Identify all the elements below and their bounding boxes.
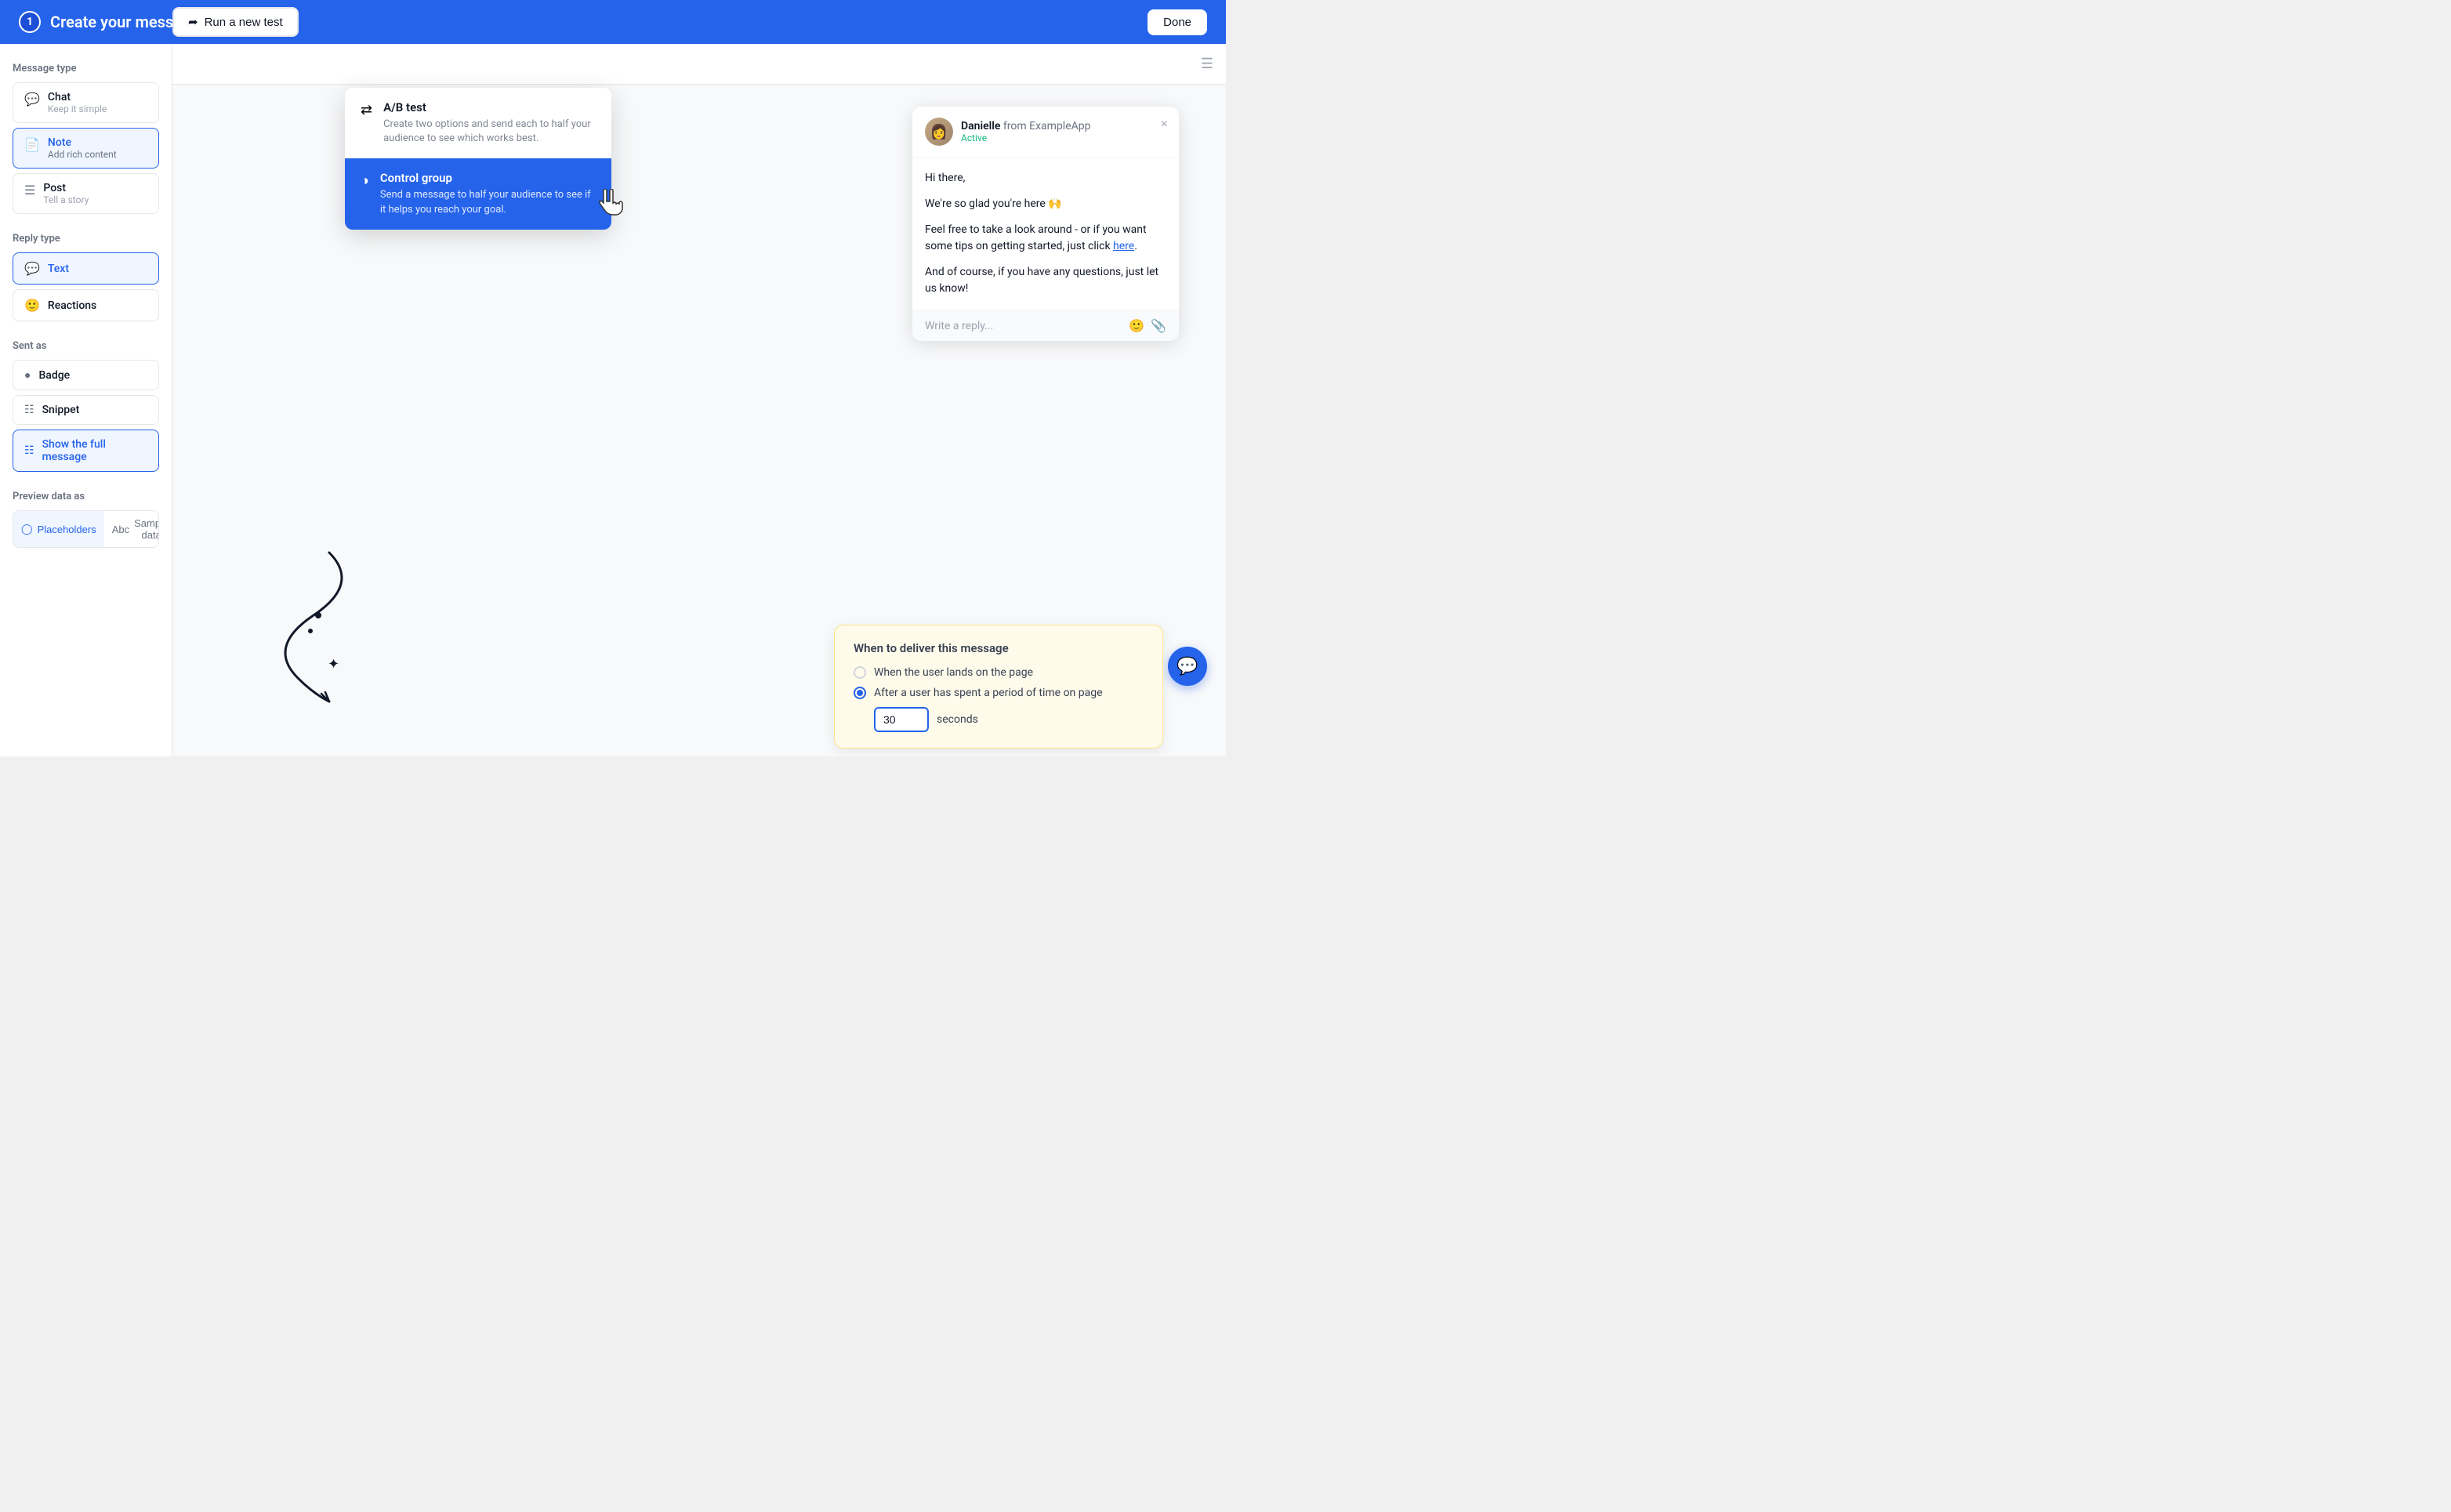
preview-toggle: ◯ Placeholders Abc Sample data [13,510,159,548]
sample-icon: Abc [112,524,129,535]
run-test-icon: ➦ [188,15,198,29]
chat-fab-icon: 💬 [1177,657,1198,676]
chat-message-2: We're so glad you're here 🙌 [925,196,1166,212]
sent-as-badge[interactable]: ● Badge [13,360,159,390]
toolbar-menu-icon: ☰ [1201,56,1213,72]
delivery-option-on-page-land[interactable]: When the user lands on the page [854,666,1144,679]
reply-type-label: Reply type [13,233,159,245]
preview-data-section: Preview data as ◯ Placeholders Abc Sampl… [13,491,159,548]
run-test-button[interactable]: ➦ Run a new test [172,7,299,37]
reply-type-reactions[interactable]: 🙂 Reactions [13,289,159,321]
chat-message-4: And of course, if you have any questions… [925,264,1166,297]
chat-message-1: Hi there, [925,170,1166,187]
content-area: ☰ ✦ 👩 Danielle from ExampleApp Ac [172,44,1226,756]
message-type-section: Message type 💬 Chat Keep it simple 📄 Not… [13,63,159,214]
radio-on-page-land[interactable] [854,666,866,679]
reply-input-placeholder[interactable]: Write a reply... [925,320,1129,332]
message-type-chat[interactable]: 💬 Chat Keep it simple [13,82,159,123]
sidebar: Message type 💬 Chat Keep it simple 📄 Not… [0,44,172,756]
header: 1 Create your message ➦ Run a new test D… [0,0,1226,44]
done-button[interactable]: Done [1148,9,1207,35]
main-layout: Message type 💬 Chat Keep it simple 📄 Not… [0,44,1226,756]
text-bubble-icon: 💬 [24,261,40,276]
emoji-picker-icon[interactable]: 🙂 [1129,318,1144,333]
message-type-label: Message type [13,63,159,74]
seconds-input[interactable] [874,707,929,732]
chat-preview-panel: 👩 Danielle from ExampleApp Active × Hi t… [912,107,1179,341]
delivery-title: When to deliver this message [854,641,1144,655]
control-group-icon: ◑ [361,172,369,189]
message-type-note[interactable]: 📄 Note Add rich content [13,128,159,169]
chat-footer: Write a reply... 🙂 📎 [912,310,1179,341]
message-type-post[interactable]: ☰ Post Tell a story [13,173,159,214]
badge-icon: ● [24,368,31,382]
sent-as-full[interactable]: ☷ Show the full message [13,430,159,472]
dropdown-item-ab-test[interactable]: ⇄ A/B test Create two options and send e… [345,88,611,158]
chat-body: Hi there, We're so glad you're here 🙌 Fe… [912,158,1179,310]
post-icon: ☰ [24,183,35,198]
chat-icon: 💬 [24,92,40,107]
emoji-icon: 🙂 [24,298,40,313]
decorative-swirl: ✦ [235,537,392,709]
editor-toolbar: ☰ [172,44,1226,85]
chat-message-3: Feel free to take a look around - or if … [925,222,1166,255]
sent-as-section: Sent as ● Badge ☷ Snippet ☷ Show the ful… [13,340,159,472]
chat-link[interactable]: here [1113,240,1134,252]
step-indicator: 1 [19,11,41,33]
chat-preview-header: 👩 Danielle from ExampleApp Active × [912,107,1179,158]
full-message-icon: ☷ [24,444,34,457]
sent-as-label: Sent as [13,340,159,352]
svg-text:✦: ✦ [328,656,339,673]
reply-type-text[interactable]: 💬 Text [13,252,159,285]
seconds-row: seconds [874,707,1144,732]
preview-data-label: Preview data as [13,491,159,502]
dropdown-item-control-group[interactable]: ◑ Control group Send a message to half y… [345,158,611,229]
preview-placeholders-button[interactable]: ◯ Placeholders [13,511,104,547]
seconds-label: seconds [937,713,978,726]
reply-type-section: Reply type 💬 Text 🙂 Reactions [13,233,159,321]
snippet-icon: ☷ [24,404,34,416]
close-chat-button[interactable]: × [1161,118,1168,132]
ab-test-icon: ⇄ [361,102,372,118]
chat-sender-info: Danielle from ExampleApp Active [961,120,1090,143]
avatar: 👩 [925,118,953,146]
chat-fab-button[interactable]: 💬 [1168,647,1207,686]
radio-after-time[interactable] [854,687,866,699]
test-dropdown-menu[interactable]: ⇄ A/B test Create two options and send e… [345,88,611,230]
chat-footer-icons: 🙂 📎 [1129,318,1166,333]
preview-sample-button[interactable]: Abc Sample data [104,511,159,547]
sent-as-snippet[interactable]: ☷ Snippet [13,395,159,425]
note-icon: 📄 [24,137,40,152]
placeholders-icon: ◯ [21,523,33,535]
attachment-icon[interactable]: 📎 [1151,318,1166,333]
delivery-panel: When to deliver this message When the us… [834,625,1163,749]
delivery-option-after-time[interactable]: After a user has spent a period of time … [854,687,1144,699]
